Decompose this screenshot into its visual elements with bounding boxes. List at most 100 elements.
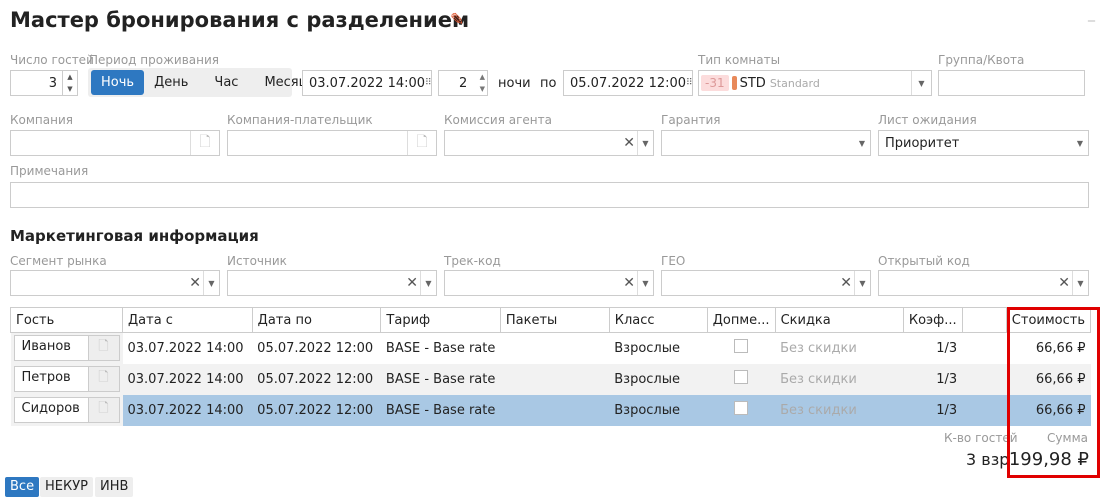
blank-cell bbox=[962, 333, 1006, 364]
caret-down-icon[interactable]: ▼ bbox=[203, 271, 219, 295]
commission-select[interactable]: ✕ ▼ bbox=[444, 130, 654, 156]
period-toggle[interactable]: Ночь День Час Месяц bbox=[88, 68, 307, 97]
date-to-cell: 05.07.2022 12:00 bbox=[252, 363, 381, 395]
blank-cell bbox=[962, 394, 1007, 426]
segment-select[interactable]: ✕ ▼ bbox=[10, 270, 220, 296]
track-code-label: Трек-код bbox=[444, 254, 501, 268]
nights-value: 2 bbox=[459, 75, 468, 91]
minimize-icon[interactable]: _ bbox=[1088, 6, 1095, 22]
pencil-icon[interactable]: ✎ bbox=[450, 10, 464, 30]
open-code-select[interactable]: ✕ ▼ bbox=[878, 270, 1089, 296]
col-rate[interactable]: Тариф bbox=[380, 307, 501, 333]
col-packages[interactable]: Пакеты bbox=[499, 307, 610, 333]
source-select[interactable]: ✕ ▼ bbox=[227, 270, 437, 296]
tab-nonsmoking[interactable]: НЕКУР bbox=[40, 477, 93, 497]
rate-cell: BASE - Base rate bbox=[380, 363, 501, 395]
guest-name-input[interactable]: Иванов bbox=[15, 336, 89, 361]
caret-down-icon[interactable]: ▼ bbox=[911, 71, 931, 95]
group-input[interactable] bbox=[938, 70, 1085, 96]
col-class[interactable]: Класс bbox=[608, 307, 708, 333]
highlight-box bbox=[1007, 307, 1100, 478]
track-code-select[interactable]: ✕ ▼ bbox=[444, 270, 654, 296]
caret-down-icon[interactable]: ▼ bbox=[420, 271, 436, 295]
col-date-to[interactable]: Дата по bbox=[251, 307, 382, 333]
company-input[interactable]: 🗋 bbox=[10, 130, 220, 156]
availability-badge: -31 bbox=[701, 75, 729, 91]
nights-stepper[interactable]: 2 ▲ ▼ bbox=[438, 70, 488, 96]
col-extra-bed[interactable]: Допме... bbox=[706, 307, 776, 333]
packages-cell bbox=[500, 363, 610, 395]
discount-cell[interactable]: Без скидки bbox=[775, 363, 904, 395]
col-guest[interactable]: Гость bbox=[10, 307, 123, 333]
date-to-cell: 05.07.2022 12:00 bbox=[257, 340, 374, 356]
document-icon[interactable]: 🗋 bbox=[88, 398, 119, 422]
room-type-label: Тип комнаты bbox=[698, 53, 781, 67]
col-blank bbox=[961, 307, 1007, 333]
guest-name-input[interactable]: Петров bbox=[15, 367, 89, 391]
caret-down-icon[interactable]: ▼ bbox=[854, 131, 870, 155]
document-icon[interactable]: 🗋 bbox=[88, 336, 119, 361]
guest-cell[interactable]: Сидоров 🗋 bbox=[10, 394, 123, 426]
date-from-input[interactable]: 03.07.2022 14:00 ⠿ bbox=[302, 70, 432, 96]
document-icon[interactable]: 🗋 bbox=[190, 131, 219, 155]
spinner-icon[interactable]: ▲ ▼ bbox=[480, 71, 485, 95]
x-icon[interactable]: ✕ bbox=[1058, 271, 1070, 295]
col-date-from[interactable]: Дата с bbox=[122, 307, 253, 333]
date-from-value: 03.07.2022 14:00 bbox=[309, 75, 426, 91]
to-label: по bbox=[540, 76, 557, 91]
document-icon[interactable]: 🗋 bbox=[407, 131, 436, 155]
rate-cell: BASE - Base rate bbox=[380, 394, 501, 426]
guarantee-select[interactable]: ▼ bbox=[661, 130, 871, 156]
document-icon[interactable]: 🗋 bbox=[88, 367, 119, 391]
date-to-input[interactable]: 05.07.2022 12:00 ⠿ bbox=[563, 70, 693, 96]
class-cell: Взрослые bbox=[609, 394, 708, 426]
guest-cell[interactable]: Иванов 🗋 bbox=[10, 332, 123, 364]
discount-cell[interactable]: Без скидки bbox=[775, 394, 904, 426]
guest-cell[interactable]: Петров 🗋 bbox=[10, 363, 123, 395]
waitlist-value: Приоритет bbox=[885, 135, 960, 151]
caret-down-icon[interactable]: ▼ bbox=[1072, 131, 1088, 155]
guest-name-input[interactable]: Сидоров bbox=[15, 398, 89, 422]
tab-disabled[interactable]: ИНВ bbox=[95, 477, 134, 497]
grid-icon[interactable]: ⠿ bbox=[686, 78, 693, 88]
extra-bed-checkbox[interactable] bbox=[734, 370, 749, 384]
table-row[interactable]: Сидоров 🗋 03.07.2022 14:00 05.07.2022 12:… bbox=[10, 394, 1091, 426]
source-label: Источник bbox=[227, 254, 287, 268]
waitlist-select[interactable]: Приоритет ▼ bbox=[878, 130, 1089, 156]
marketing-title: Маркетинговая информация bbox=[10, 227, 259, 245]
company-label: Компания bbox=[10, 113, 73, 127]
table-row[interactable]: Иванов 🗋 03.07.2022 14:00 05.07.2022 12:0… bbox=[10, 332, 1091, 364]
guests-table: Гость Дата с Дата по Тариф Пакеты Класс … bbox=[10, 307, 1092, 426]
x-icon[interactable]: ✕ bbox=[623, 131, 635, 155]
payer-input[interactable]: 🗋 bbox=[227, 130, 437, 156]
caret-down-icon[interactable]: ▼ bbox=[1072, 271, 1088, 295]
geo-select[interactable]: ✕ ▼ bbox=[661, 270, 871, 296]
grid-icon[interactable]: ⠿ bbox=[425, 78, 432, 88]
room-color-marker bbox=[731, 76, 737, 90]
x-icon[interactable]: ✕ bbox=[840, 271, 852, 295]
period-day[interactable]: День bbox=[144, 70, 198, 95]
notes-input[interactable] bbox=[10, 182, 1089, 208]
col-discount[interactable]: Скидка bbox=[774, 307, 904, 333]
rate-cell: BASE - Base rate bbox=[385, 340, 496, 356]
caret-down-icon[interactable]: ▼ bbox=[854, 271, 870, 295]
x-icon[interactable]: ✕ bbox=[189, 271, 201, 295]
room-type-select[interactable]: -31 STD Standard ▼ bbox=[698, 70, 932, 96]
discount-cell[interactable]: Без скидки bbox=[775, 333, 903, 364]
table-row[interactable]: Петров 🗋 03.07.2022 14:00 05.07.2022 12:0… bbox=[10, 363, 1091, 395]
payer-label: Компания-плательщик bbox=[227, 113, 373, 127]
period-hour[interactable]: Час bbox=[204, 70, 248, 95]
spinner-icon[interactable]: ▲ ▼ bbox=[62, 71, 77, 95]
blank-cell bbox=[962, 363, 1007, 395]
caret-down-icon[interactable]: ▼ bbox=[637, 271, 653, 295]
coef-cell: 1/3 bbox=[903, 363, 963, 395]
tab-all[interactable]: Все bbox=[5, 477, 40, 497]
extra-bed-checkbox[interactable] bbox=[734, 339, 749, 354]
x-icon[interactable]: ✕ bbox=[406, 271, 418, 295]
col-coef[interactable]: Коэф... bbox=[902, 307, 963, 333]
period-night[interactable]: Ночь bbox=[91, 70, 145, 95]
guests-stepper[interactable]: 3 ▲ ▼ bbox=[10, 70, 78, 96]
extra-bed-checkbox[interactable] bbox=[734, 401, 749, 415]
x-icon[interactable]: ✕ bbox=[623, 271, 635, 295]
caret-down-icon[interactable]: ▼ bbox=[637, 131, 653, 155]
